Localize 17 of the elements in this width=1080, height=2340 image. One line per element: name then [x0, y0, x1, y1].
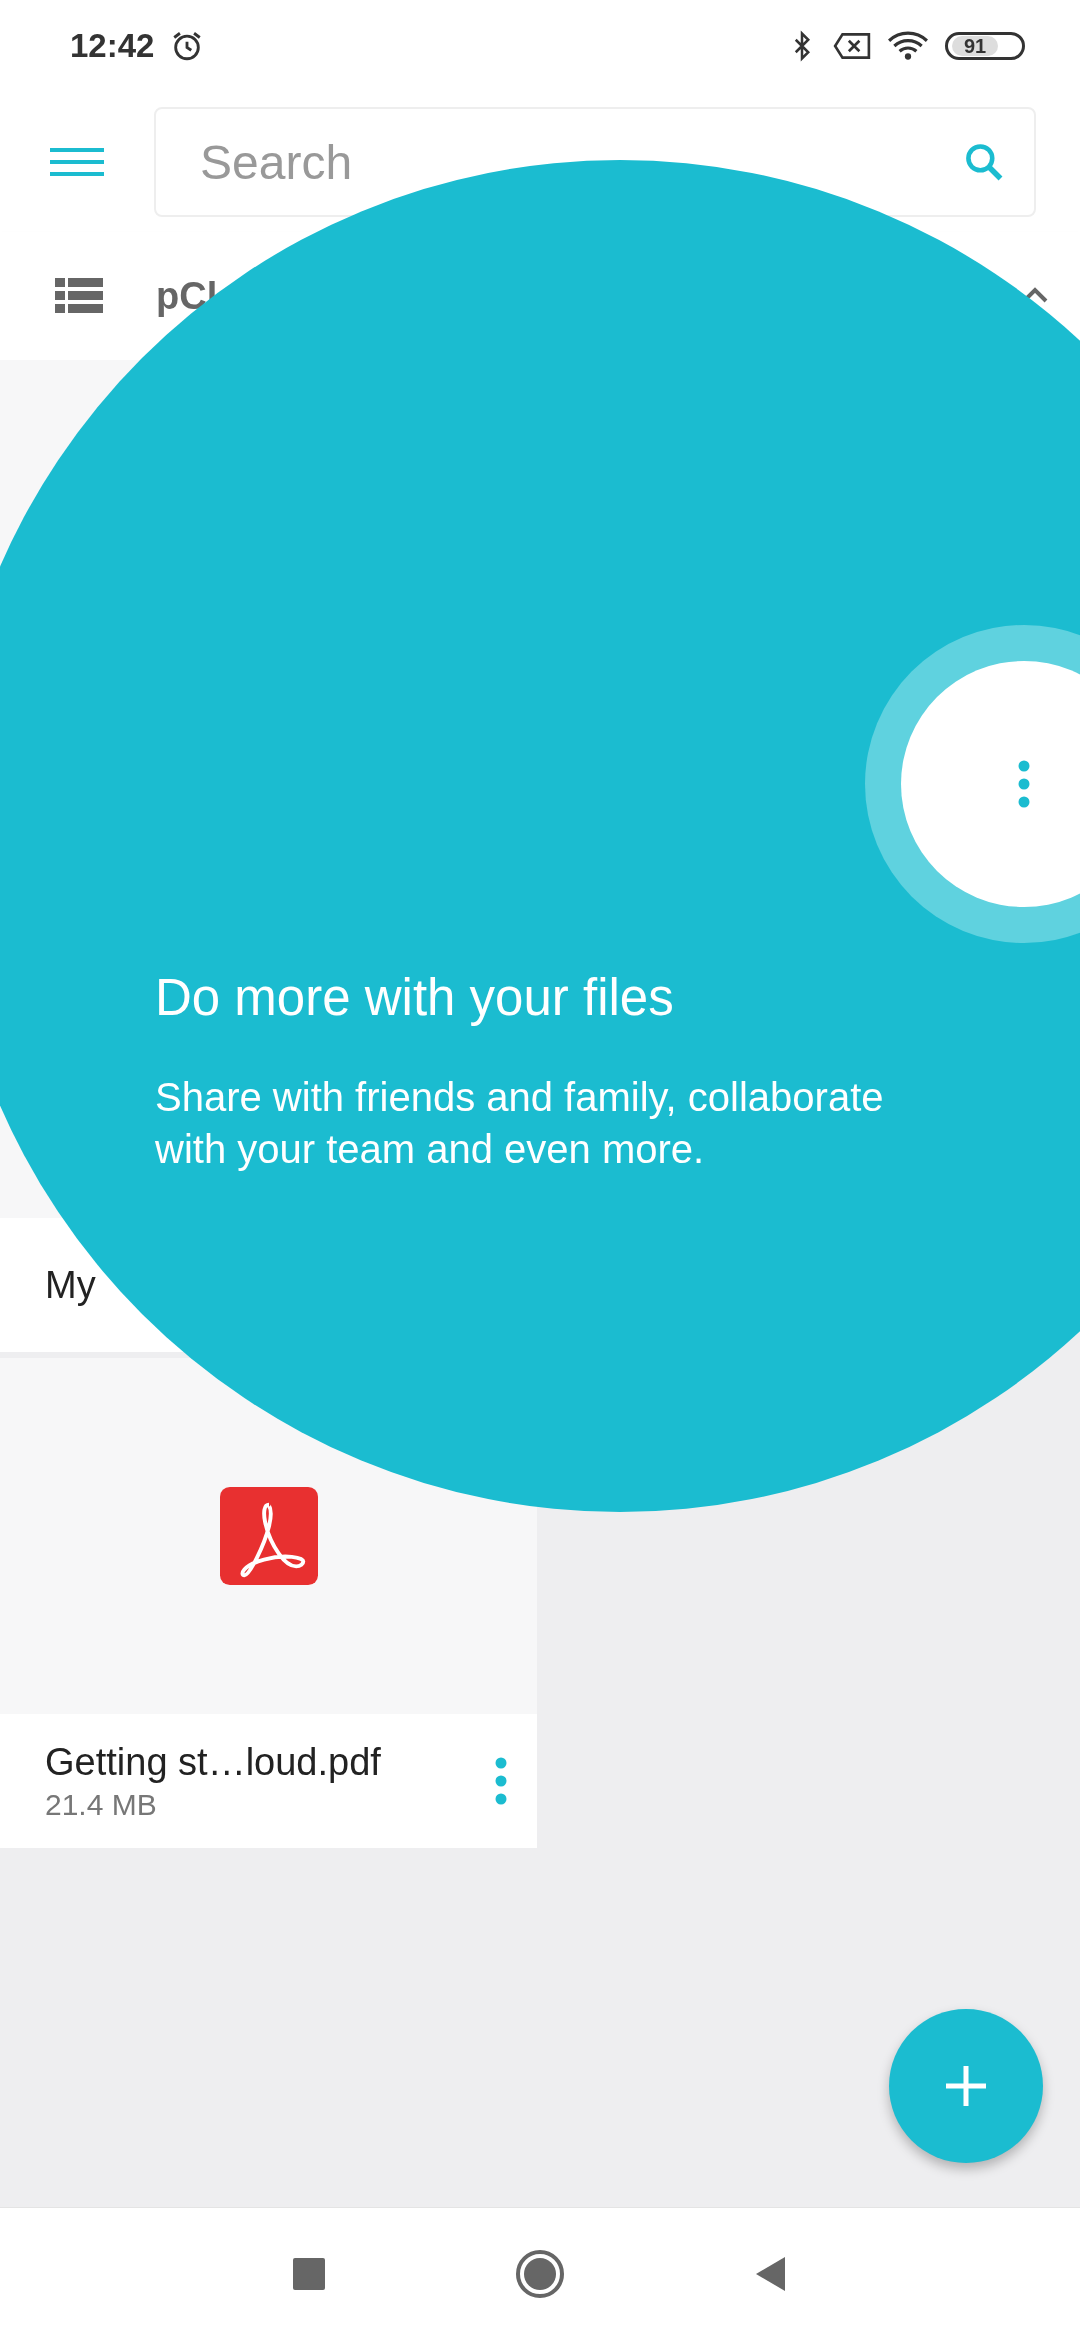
home-icon[interactable]	[515, 2249, 565, 2299]
tutorial-title: Do more with your files	[155, 968, 675, 1027]
sim-off-icon	[833, 32, 871, 60]
pdf-icon	[219, 1487, 318, 1585]
battery-icon: 91	[945, 32, 1025, 60]
plus-icon	[946, 2066, 986, 2106]
wifi-icon	[887, 30, 929, 62]
back-icon[interactable]	[755, 2255, 787, 2293]
file-size: 21.4 MB	[45, 1787, 158, 1822]
file-name: My	[45, 1263, 96, 1307]
more-icon[interactable]	[495, 1757, 507, 1805]
more-icon[interactable]	[1018, 760, 1030, 808]
tutorial-text: Share with friends and family, collaborate with your team and even more.	[155, 1074, 885, 1173]
menu-icon[interactable]	[50, 148, 104, 176]
list-view-icon[interactable]	[55, 278, 103, 314]
file-name: Getting st…loud.pdf	[45, 1740, 381, 1784]
status-time: 12:42	[70, 27, 155, 65]
